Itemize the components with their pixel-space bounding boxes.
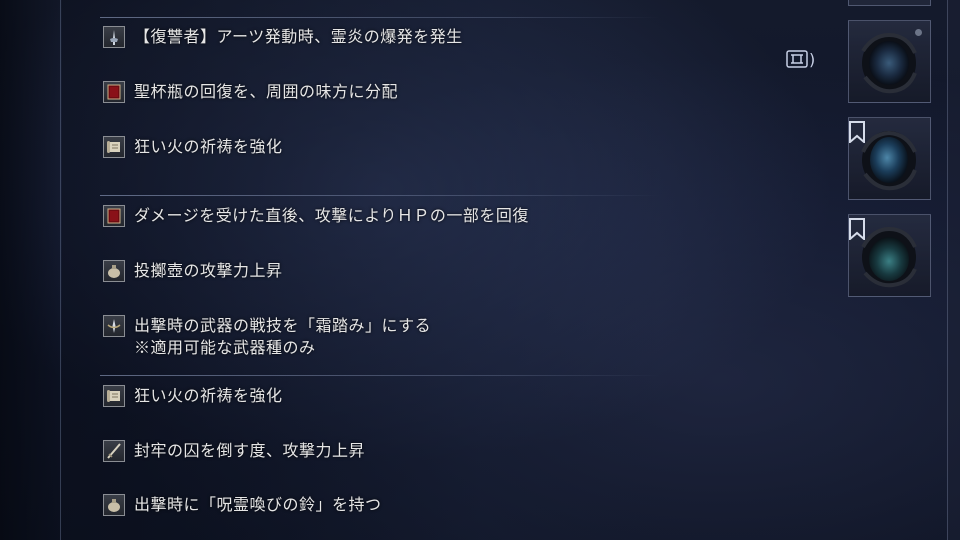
scroll-icon xyxy=(103,136,125,158)
relic-slot-1[interactable] xyxy=(848,20,931,103)
bookmark-icon xyxy=(849,218,865,240)
controller-hint: ) xyxy=(785,48,815,70)
relic-slot-2[interactable] xyxy=(848,117,931,200)
effect-row: ダメージを受けた直後、攻撃によりＨＰの一部を回復 xyxy=(103,205,529,227)
effect-row: 狂い火の祈祷を強化 xyxy=(103,385,283,407)
effect-row: 投擲壺の攻撃力上昇 xyxy=(103,260,283,282)
effect-text: 狂い火の祈祷を強化 xyxy=(134,137,283,156)
relic-slot-partial[interactable] xyxy=(848,0,931,6)
effect-main-text: 出撃時の武器の戦技を「霜踏み」にする xyxy=(134,316,432,335)
effect-row: 出撃時に「呪霊喚びの鈴」を持つ xyxy=(103,494,382,516)
effect-text: ダメージを受けた直後、攻撃によりＨＰの一部を回復 xyxy=(134,206,529,225)
left-shade xyxy=(0,0,62,540)
bookmark-icon xyxy=(849,121,865,143)
effect-row: 封牢の囚を倒す度、攻撃力上昇 xyxy=(103,440,365,462)
effect-text: 出撃時に「呪霊喚びの鈴」を持つ xyxy=(134,495,382,514)
group-divider xyxy=(100,375,660,376)
group-divider xyxy=(100,17,660,18)
hint-label: ) xyxy=(809,49,816,69)
effect-text: 【復讐者】アーツ発動時、霊炎の爆発を発生 xyxy=(134,27,463,46)
effect-row: 狂い火の祈祷を強化 xyxy=(103,136,283,158)
effect-text: 出撃時の武器の戦技を「霜踏み」にする ※適用可能な武器種のみ xyxy=(134,315,431,359)
adjacent-column xyxy=(947,0,960,540)
scroll-icon xyxy=(103,385,125,407)
effect-text: 聖杯瓶の回復を、周囲の味方に分配 xyxy=(134,82,399,101)
blade-icon xyxy=(103,440,125,462)
red-tome-icon xyxy=(103,81,125,103)
indicator-dot xyxy=(915,29,922,36)
red-tome-icon xyxy=(103,205,125,227)
pot-icon xyxy=(103,260,125,282)
left-border xyxy=(60,0,61,540)
effect-row: 出撃時の武器の戦技を「霜踏み」にする ※適用可能な武器種のみ xyxy=(103,315,431,359)
effect-note-text: ※適用可能な武器種のみ xyxy=(134,338,316,357)
art-sword-icon xyxy=(103,26,125,48)
effect-text: 投擲壺の攻撃力上昇 xyxy=(134,261,283,280)
effect-text: 狂い火の祈祷を強化 xyxy=(134,386,283,405)
effect-row: 聖杯瓶の回復を、周囲の味方に分配 xyxy=(103,81,398,103)
relic-screen: 【復讐者】アーツ発動時、霊炎の爆発を発生 聖杯瓶の回復を、周囲の味方に分配 狂い… xyxy=(0,0,960,540)
effect-text: 封牢の囚を倒す度、攻撃力上昇 xyxy=(134,441,366,460)
r-stick-icon xyxy=(785,48,809,70)
weapon-skill-icon xyxy=(103,315,125,337)
group-divider xyxy=(100,195,660,196)
relic-slot-3[interactable] xyxy=(848,214,931,297)
pot-icon xyxy=(103,494,125,516)
effect-row: 【復讐者】アーツ発動時、霊炎の爆発を発生 xyxy=(103,26,463,48)
